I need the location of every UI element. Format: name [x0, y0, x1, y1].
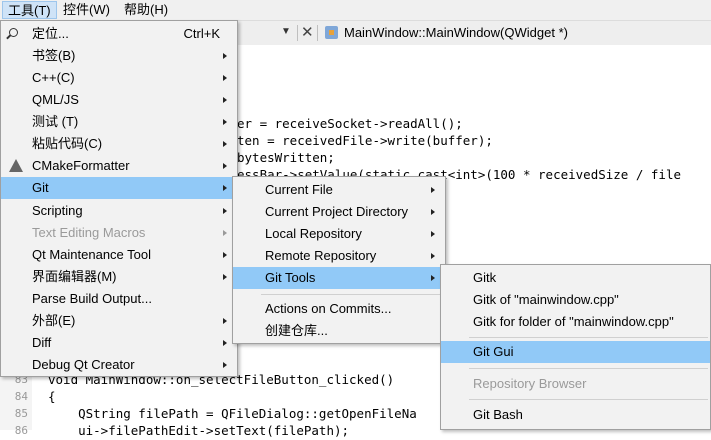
submenu-arrow-icon	[223, 208, 227, 214]
editor-toolbar: ▼ ✕ MainWindow::MainWindow(QWidget *)	[237, 21, 711, 46]
code-line: ui->filePathEdit->setText(filePath);	[48, 423, 350, 438]
submenu-arrow-icon	[431, 231, 435, 237]
menu-separator	[469, 368, 708, 369]
menu-item-remote-repository[interactable]: Remote Repository	[233, 245, 445, 267]
submenu-arrow-icon	[223, 119, 227, 125]
menu-separator	[469, 399, 708, 400]
menu-item-form-editor[interactable]: 界面编辑器(M)	[1, 266, 237, 288]
submenu-arrow-icon	[431, 209, 435, 215]
submenu-arrow-icon	[223, 163, 227, 169]
submenu-arrow-icon	[431, 275, 435, 281]
menu-item-scripting[interactable]: Scripting	[1, 200, 237, 222]
menu-item-paste-code[interactable]: 粘贴代码(C)	[1, 133, 237, 155]
menu-item-external[interactable]: 外部(E)	[1, 310, 237, 332]
menu-item-gitk[interactable]: Gitk	[441, 267, 710, 289]
submenu-arrow-icon	[223, 185, 227, 191]
git-submenu: Current File Current Project Directory L…	[232, 176, 446, 344]
submenu-arrow-icon	[223, 318, 227, 324]
submenu-arrow-icon	[223, 53, 227, 59]
code-line: {	[48, 389, 56, 404]
submenu-arrow-icon	[223, 274, 227, 280]
menu-item-git-gui[interactable]: Git Gui	[441, 341, 710, 363]
line-number: 85	[14, 407, 28, 420]
menu-help[interactable]: 帮助(H)	[119, 1, 173, 19]
code-line: er = receiveSocket->readAll();	[237, 116, 463, 131]
submenu-arrow-icon	[223, 340, 227, 346]
menu-item-current-file[interactable]: Current File	[233, 179, 445, 201]
code-line: bytesWritten;	[237, 150, 335, 165]
menu-item-gitk-of-file[interactable]: Gitk of "mainwindow.cpp"	[441, 289, 710, 311]
menu-item-create-repository[interactable]: 创建仓库...	[233, 320, 445, 342]
menu-separator	[261, 294, 443, 295]
close-icon[interactable]: ✕	[301, 23, 314, 41]
menu-item-diff[interactable]: Diff	[1, 332, 237, 354]
submenu-arrow-icon	[223, 252, 227, 258]
menu-item-cpp[interactable]: C++(C)	[1, 67, 237, 89]
menu-item-locate[interactable]: 定位... Ctrl+K	[1, 23, 237, 45]
menu-item-test[interactable]: 测试 (T)	[1, 111, 237, 133]
line-number: 86	[14, 424, 28, 437]
code-line: QString filePath = QFileDialog::getOpenF…	[48, 406, 417, 421]
menu-item-debug-qt-creator[interactable]: Debug Qt Creator	[1, 354, 237, 376]
menu-item-actions-on-commits[interactable]: Actions on Commits...	[233, 298, 445, 320]
function-selector[interactable]: MainWindow::MainWindow(QWidget *)	[344, 25, 568, 40]
toolbar-divider	[317, 25, 318, 41]
menu-item-bookmarks[interactable]: 书签(B)	[1, 45, 237, 67]
menu-tools[interactable]: 工具(T)	[2, 1, 57, 19]
menu-item-local-repository[interactable]: Local Repository	[233, 223, 445, 245]
menu-item-git-bash[interactable]: Git Bash	[441, 404, 710, 426]
submenu-arrow-icon	[431, 187, 435, 193]
submenu-arrow-icon	[223, 362, 227, 368]
menu-item-cmakeformatter[interactable]: CMakeFormatter	[1, 155, 237, 177]
menu-item-repository-browser[interactable]: Repository Browser	[441, 373, 710, 395]
code-line: ten = receivedFile->write(buffer);	[237, 133, 493, 148]
menu-item-parse-build-output[interactable]: Parse Build Output...	[1, 288, 237, 310]
menu-bar: 工具(T) 控件(W) 帮助(H)	[0, 0, 711, 21]
git-tools-submenu: Gitk Gitk of "mainwindow.cpp" Gitk for f…	[440, 264, 711, 430]
menu-item-current-project-directory[interactable]: Current Project Directory	[233, 201, 445, 223]
chevron-down-icon[interactable]: ▼	[281, 26, 291, 37]
search-icon	[9, 28, 18, 37]
line-number: 84	[14, 390, 28, 403]
menu-widgets[interactable]: 控件(W)	[58, 1, 115, 19]
tools-menu: 定位... Ctrl+K 书签(B) C++(C) QML/JS 测试 (T) …	[0, 20, 238, 377]
menu-item-text-editing-macros[interactable]: Text Editing Macros	[1, 222, 237, 244]
menu-separator	[469, 337, 708, 338]
shortcut-label: Ctrl+K	[183, 26, 220, 41]
submenu-arrow-icon	[223, 75, 227, 81]
submenu-arrow-icon	[431, 253, 435, 259]
submenu-arrow-icon	[223, 230, 227, 236]
toolbar-divider	[297, 25, 298, 41]
submenu-arrow-icon	[223, 141, 227, 147]
menu-item-gitk-for-folder[interactable]: Gitk for folder of "mainwindow.cpp"	[441, 311, 710, 333]
cmake-icon	[9, 159, 23, 172]
menu-item-git[interactable]: Git	[1, 177, 237, 199]
menu-item-qt-maintenance-tool[interactable]: Qt Maintenance Tool	[1, 244, 237, 266]
submenu-arrow-icon	[223, 97, 227, 103]
function-icon	[325, 26, 338, 39]
menu-item-git-tools[interactable]: Git Tools	[233, 267, 445, 289]
menu-item-qmljs[interactable]: QML/JS	[1, 89, 237, 111]
